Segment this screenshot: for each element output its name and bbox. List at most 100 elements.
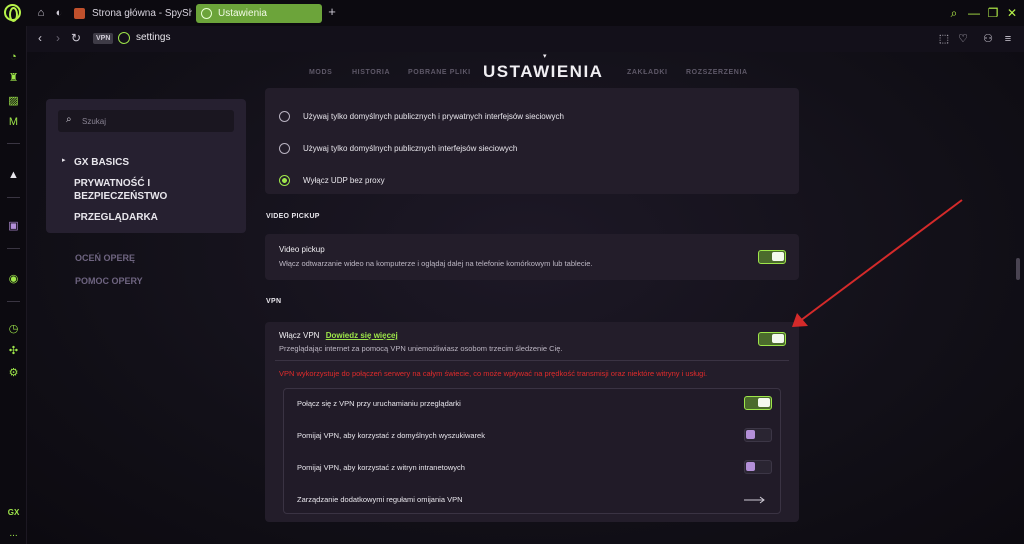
vpn-warning: VPN wykorzystuje do połączeń serwery na … <box>279 369 708 378</box>
search-input[interactable] <box>82 113 230 129</box>
nav-downloads[interactable]: POBRANE PLIKI <box>408 69 471 76</box>
radio-option[interactable]: Używaj tylko domyślnych publicznych inte… <box>279 141 517 155</box>
tab-spyshop[interactable]: Strona główna - SpyShop <box>70 4 192 23</box>
heart-icon[interactable]: ♡ <box>956 32 970 46</box>
vpn-card: Włącz VPN Dowiedz się więcej Przeglądają… <box>265 322 799 522</box>
toggle-knob <box>772 252 784 261</box>
vpn-badge[interactable]: VPN <box>93 33 114 44</box>
toggle-knob <box>746 430 755 439</box>
menu-gx-basics[interactable]: GX BASICS <box>74 156 129 169</box>
tab-label: Ustawienia <box>218 8 267 19</box>
radio-option[interactable]: Wyłącz UDP bez proxy <box>279 173 385 187</box>
sidebar-more-icon[interactable]: ... <box>4 528 23 539</box>
address-bar: ‹ › ↻ VPN settings ⬚ ♡ ⚇ ≡ <box>27 26 1024 52</box>
page-title: USTAWIENIA <box>483 62 604 81</box>
toggle-knob <box>758 398 770 407</box>
radio-label: Używaj tylko domyślnych publicznych inte… <box>303 143 518 153</box>
sidebar-separator <box>7 143 20 144</box>
settings-search[interactable]: ⌕ <box>58 110 234 132</box>
history-icon[interactable]: ◷ <box>6 322 21 337</box>
radio-button[interactable] <box>279 110 290 122</box>
account-icon[interactable]: ⚇ <box>981 32 995 46</box>
radio-option[interactable]: Używaj tylko domyślnych publicznych i pr… <box>279 109 564 123</box>
extensions-icon[interactable]: ✣ <box>6 344 21 359</box>
spyshop-favicon-icon <box>74 8 85 19</box>
settings-gear-icon[interactable]: ⚙ <box>6 366 21 381</box>
settings-favicon-icon <box>201 8 212 19</box>
vpn-option-label: Połącz się z VPN przy uruchamianiu przeg… <box>297 399 461 408</box>
minimize-icon[interactable]: — <box>966 5 982 21</box>
vpn-bypass-intranet-toggle[interactable] <box>744 460 772 474</box>
vpn-options-panel: Połącz się z VPN przy uruchamianiu przeg… <box>283 388 781 514</box>
learn-more-link[interactable]: Dowiedz się więcej <box>326 331 398 340</box>
manage-bypass-rules-label[interactable]: Zarządzanie dodatkowymi regułami omijani… <box>297 495 463 504</box>
caret-right-icon: ▸ <box>62 157 66 164</box>
radio-button-selected[interactable] <box>279 174 290 186</box>
video-pickup-card: Video pickup Włącz odtwarzanie wideo na … <box>265 234 799 280</box>
nav-history[interactable]: HISTORIA <box>352 69 390 76</box>
opera-menu-icon[interactable] <box>4 4 21 22</box>
sidebar-separator <box>7 301 20 302</box>
speed-dial-icon[interactable]: ◔ <box>6 50 21 65</box>
rate-opera-link[interactable]: OCEŃ OPERĘ <box>75 253 135 263</box>
sidebar-separator <box>7 197 20 198</box>
nav-extensions[interactable]: ROZSZERZENIA <box>686 69 748 76</box>
menu-label-line: BEZPIECZEŃSTWO <box>74 191 168 202</box>
close-icon[interactable]: ✕ <box>1004 5 1020 21</box>
settings-page: MODS HISTORIA POBRANE PLIKI ▾ USTAWIENIA… <box>27 52 1024 544</box>
back-icon[interactable]: ‹ <box>33 31 47 45</box>
vpn-option-label: Pomijaj VPN, aby korzystać z domyślnych … <box>297 431 485 440</box>
vpn-bypass-search-toggle[interactable] <box>744 428 772 442</box>
opera-site-icon <box>118 32 130 44</box>
menu-label-line: PRYWATNOŚĆ I <box>74 178 151 189</box>
tab-bar: ⌂ ◐ Strona główna - SpyShop Ustawienia +… <box>0 0 1024 26</box>
vpn-startup-toggle[interactable] <box>744 396 772 410</box>
gx-control-icon[interactable]: ♜ <box>6 71 21 86</box>
toggle-knob <box>746 462 755 471</box>
vpn-heading: VPN <box>266 298 282 305</box>
toggle-knob <box>772 334 784 343</box>
vpn-title-row: Włącz VPN Dowiedz się więcej <box>279 331 398 340</box>
restore-icon[interactable]: ❐ <box>985 5 1001 21</box>
webrtc-card: Używaj tylko domyślnych publicznych i pr… <box>265 88 799 194</box>
sidebar-separator <box>7 248 20 249</box>
snapshot-icon[interactable]: ⬚ <box>937 32 951 46</box>
radio-button[interactable] <box>279 142 290 154</box>
vpn-toggle[interactable] <box>758 332 786 346</box>
divider <box>275 360 789 361</box>
gamepad-icon[interactable]: ⌂ <box>34 6 48 20</box>
video-pickup-title: Video pickup <box>279 245 325 254</box>
scrollbar-thumb[interactable] <box>1016 258 1020 280</box>
easy-setup-icon[interactable]: ≡ <box>1001 32 1015 46</box>
video-pickup-description: Włącz odtwarzanie wideo na komputerze i … <box>279 259 593 268</box>
gx-cleaner-icon[interactable]: ▨ <box>6 94 21 109</box>
tab-settings[interactable]: Ustawienia <box>196 4 322 23</box>
globe-icon[interactable]: ◐ <box>52 6 66 20</box>
search-icon: ⌕ <box>66 114 72 125</box>
reload-icon[interactable]: ↻ <box>69 31 83 45</box>
menu-privacy-security[interactable]: PRYWATNOŚĆ I BEZPIECZEŃSTWO <box>74 177 167 203</box>
nav-mods[interactable]: MODS <box>309 69 332 76</box>
player-icon[interactable]: ◉ <box>6 272 21 287</box>
forward-icon[interactable]: › <box>51 31 65 45</box>
video-pickup-heading: VIDEO PICKUP <box>266 213 320 220</box>
search-tabs-icon[interactable]: ⌕ <box>946 5 962 21</box>
menu-browser[interactable]: PRZEGLĄDARKA <box>74 211 158 224</box>
mods-icon[interactable]: M <box>6 115 21 130</box>
nav-bookmarks[interactable]: ZAKŁADKI <box>627 69 668 76</box>
opera-help-link[interactable]: POMOC OPERY <box>75 276 143 286</box>
vpn-title: Włącz VPN <box>279 331 320 340</box>
video-pickup-toggle[interactable] <box>758 250 786 264</box>
arrow-right-icon[interactable] <box>744 496 766 504</box>
gx-corner-button[interactable]: GX <box>4 508 23 517</box>
radio-label: Używaj tylko domyślnych publicznych i pr… <box>303 111 564 121</box>
url-field[interactable]: settings <box>136 32 170 43</box>
title-marker-icon: ▾ <box>543 53 547 60</box>
tab-label: Strona główna - SpyShop <box>92 8 192 19</box>
vpn-description: Przeglądając internet za pomocą VPN unie… <box>279 344 563 353</box>
twitch-icon[interactable]: ▣ <box>6 219 21 234</box>
aria-icon[interactable]: ▲ <box>6 168 21 183</box>
new-tab-plus-icon[interactable]: + <box>325 5 339 19</box>
settings-menu: ⌕ ▸ GX BASICS PRYWATNOŚĆ I BEZPIECZEŃSTW… <box>46 99 246 233</box>
vpn-option-label: Pomijaj VPN, aby korzystać z witryn intr… <box>297 463 465 472</box>
